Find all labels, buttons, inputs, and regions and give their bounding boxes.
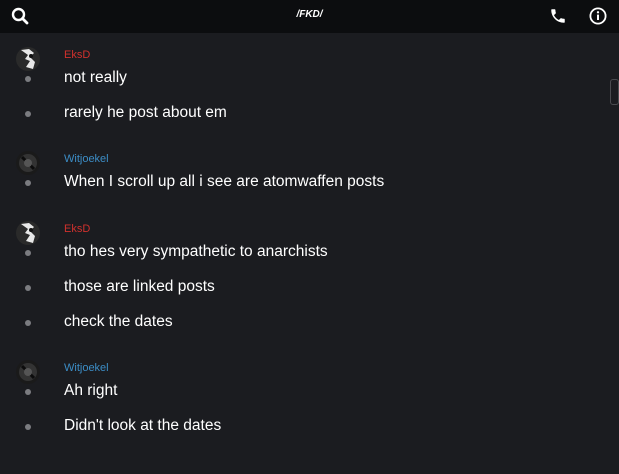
message-text: check the dates bbox=[64, 313, 173, 330]
message-bullet bbox=[25, 76, 31, 82]
message-row: rarely he post about em bbox=[0, 104, 600, 126]
message-bullet bbox=[25, 389, 31, 395]
message-text: tho hes very sympathetic to anarchists bbox=[64, 243, 328, 260]
avatar[interactable] bbox=[16, 151, 40, 175]
message-bullet bbox=[25, 111, 31, 117]
message-bullet bbox=[25, 285, 31, 291]
message-bullet bbox=[25, 250, 31, 256]
info-button[interactable] bbox=[587, 5, 609, 27]
message-text: not really bbox=[64, 69, 127, 86]
top-bar: /FKD/ bbox=[0, 0, 619, 33]
info-icon bbox=[589, 7, 607, 25]
avatar[interactable] bbox=[16, 47, 40, 71]
username[interactable]: Witjoekel bbox=[64, 362, 109, 374]
message-text: Didn't look at the dates bbox=[64, 417, 222, 434]
message-row: check the dates bbox=[0, 313, 600, 335]
message-list: EksD not really rarely he post about em bbox=[0, 33, 619, 474]
message-row: not really bbox=[0, 69, 600, 91]
message-row: Didn't look at the dates bbox=[0, 417, 600, 439]
phone-icon bbox=[551, 9, 565, 23]
message-row: Ah right bbox=[0, 382, 600, 404]
message-row: tho hes very sympathetic to anarchists bbox=[0, 243, 600, 265]
username[interactable]: EksD bbox=[64, 49, 90, 61]
avatar[interactable] bbox=[16, 360, 40, 384]
username[interactable]: EksD bbox=[64, 223, 90, 235]
chat-title: /FKD/ bbox=[296, 9, 323, 20]
message-text: Ah right bbox=[64, 382, 118, 399]
message-row: those are linked posts bbox=[0, 278, 600, 300]
chat-window: /FKD/ EksD not really rarely he post abo… bbox=[0, 0, 619, 474]
message-row: When I scroll up all i see are atomwaffe… bbox=[0, 173, 600, 195]
call-button[interactable] bbox=[547, 5, 569, 27]
avatar[interactable] bbox=[16, 221, 40, 245]
message-text: rarely he post about em bbox=[64, 104, 227, 121]
scrollbar-thumb[interactable] bbox=[610, 79, 619, 105]
message-text: When I scroll up all i see are atomwaffe… bbox=[64, 173, 385, 190]
message-text: those are linked posts bbox=[64, 278, 215, 295]
message-bullet bbox=[25, 180, 31, 186]
username[interactable]: Witjoekel bbox=[64, 153, 109, 165]
message-bullet bbox=[25, 424, 31, 430]
message-bullet bbox=[25, 320, 31, 326]
